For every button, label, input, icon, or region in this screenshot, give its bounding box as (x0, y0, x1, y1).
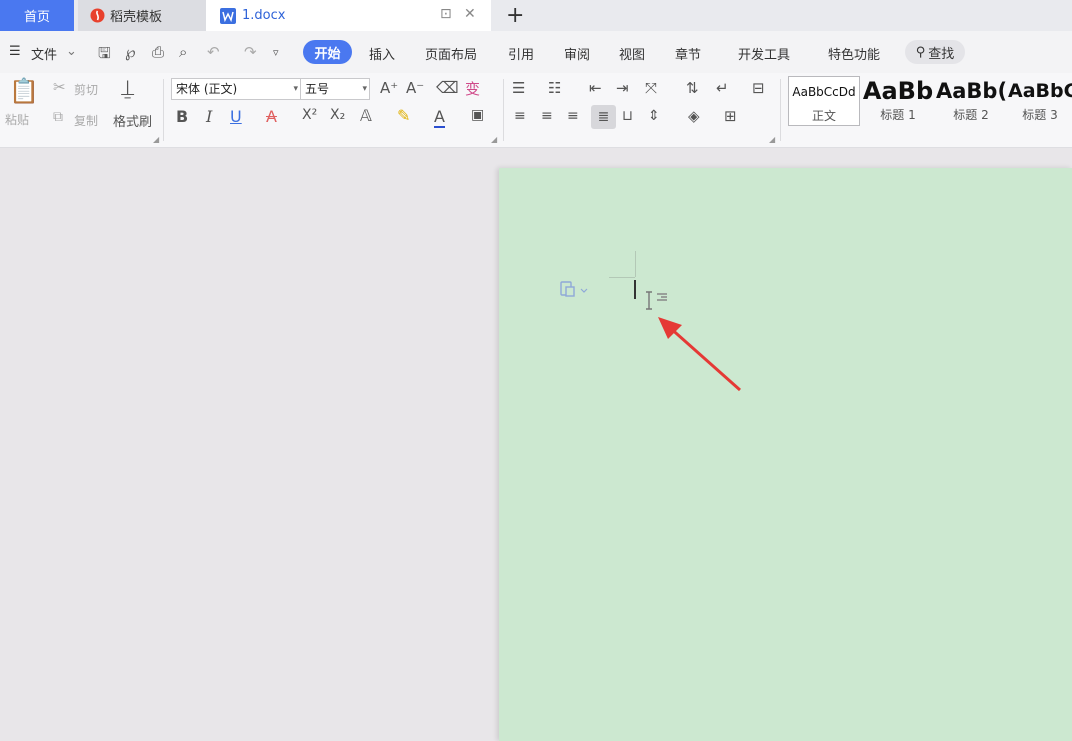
clear-format-icon[interactable]: ⌫ (436, 78, 459, 97)
export-pdf-icon[interactable]: ℘ (125, 43, 135, 61)
page-margin-corner-mark (609, 277, 635, 278)
paste-label[interactable]: 粘贴 (5, 111, 29, 128)
font-name-select[interactable]: 宋体 (正文) ▾ (171, 78, 301, 100)
menu-bar: ☰ 文件 ⌄ 🖫 ℘ ⎙ ⌕ ↶ ↷ ▿ 开始 插入 页面布局 引用 审阅 视图… (0, 31, 1072, 73)
tab-document-label: 1.docx (242, 8, 286, 23)
menu-references[interactable]: 引用 (508, 44, 534, 63)
ribbon-toolbar: 📋 粘贴 ✂ 剪切 ⧉ 复制 ⍊ 格式刷 ◢ 宋体 (正文) ▾ 五号 ▾ A⁺… (0, 73, 1072, 148)
font-expand-icon[interactable]: ◢ (491, 135, 497, 144)
font-color-icon[interactable]: A (434, 107, 445, 128)
tab-home[interactable]: 首页 (0, 0, 74, 31)
show-marks-icon[interactable]: ↵ (716, 79, 729, 97)
superscript-icon[interactable]: X² (302, 107, 317, 123)
tab-document[interactable]: 1.docx ⊡ ✕ (206, 0, 491, 31)
tab-bar: 首页 稻壳模板 1.docx ⊡ ✕ + (0, 0, 1072, 31)
bullet-list-icon[interactable]: ☰ (512, 79, 525, 97)
print-preview-icon[interactable]: ⌕ (179, 43, 187, 61)
save-icon[interactable]: 🖫 (98, 43, 111, 68)
bold-icon[interactable]: B (176, 107, 188, 126)
undo-icon[interactable]: ↶ (207, 43, 220, 61)
borders-icon[interactable]: ⊞ (724, 107, 737, 125)
divider (163, 79, 164, 141)
align-right-icon[interactable]: ≡ (567, 108, 579, 124)
menu-view[interactable]: 视图 (619, 44, 645, 63)
menu-page-layout[interactable]: 页面布局 (425, 44, 477, 63)
grow-font-icon[interactable]: A⁺ (380, 79, 398, 97)
tab-home-label: 首页 (23, 10, 50, 25)
page-margin-corner-mark (635, 251, 636, 277)
increase-indent-icon[interactable]: ⇥ (616, 79, 629, 97)
cut-label[interactable]: 剪切 (74, 81, 98, 98)
decrease-indent-icon[interactable]: ⇤ (589, 79, 602, 97)
menu-home-start[interactable]: 开始 (303, 40, 352, 64)
hamburger-icon[interactable]: ☰ (9, 44, 21, 59)
line-spacing-icon[interactable]: ⇕ (648, 108, 660, 124)
pin-window-icon[interactable]: ⊡ (440, 6, 452, 22)
divider (503, 79, 504, 141)
divider (780, 79, 781, 141)
paragraph-expand-icon[interactable]: ◢ (769, 135, 775, 144)
justify-icon[interactable]: ≣ (591, 105, 616, 129)
word-doc-icon (220, 7, 236, 24)
shrink-font-icon[interactable]: A⁻ (406, 79, 424, 97)
style-normal[interactable]: AaBbCcDd 正文 (788, 76, 860, 126)
clipboard-expand-icon[interactable]: ◢ (153, 135, 159, 144)
text-effect-icon[interactable]: 𝔸 (360, 106, 372, 125)
menu-special-features[interactable]: 特色功能 (828, 44, 880, 63)
chevron-down-icon[interactable]: ⌄ (66, 44, 77, 59)
strikethrough-icon[interactable]: A (266, 107, 277, 126)
menu-file[interactable]: 文件 (31, 44, 57, 63)
search-icon: ⚲ (915, 44, 926, 60)
subscript-icon[interactable]: X₂ (330, 107, 345, 123)
menu-review[interactable]: 审阅 (564, 44, 590, 63)
align-left-icon[interactable]: ≡ (514, 108, 526, 124)
copy-label[interactable]: 复制 (74, 112, 98, 129)
underline-icon[interactable]: U (230, 107, 242, 126)
highlight-icon[interactable]: ✎ (397, 106, 410, 125)
distributed-align-icon[interactable]: ⊔ (622, 108, 633, 124)
customize-toolbar-icon[interactable]: ▿ (273, 46, 279, 59)
chevron-down-icon: ▾ (293, 84, 298, 94)
align-center-icon[interactable]: ≡ (541, 108, 553, 124)
document-page[interactable] (499, 168, 1072, 741)
paste-icon[interactable]: 📋 (9, 77, 39, 105)
phonetic-guide-icon[interactable]: 变 (465, 78, 480, 99)
click-to-type-cursor-icon (646, 291, 667, 310)
style-heading-1[interactable]: AaBb 标题 1 (862, 76, 934, 126)
text-cursor (634, 280, 636, 299)
numbered-list-icon[interactable]: ☷ (548, 79, 561, 97)
shading-icon[interactable]: ◈ (688, 107, 700, 125)
cut-icon[interactable]: ✂ (53, 78, 66, 96)
red-arrow-annotation-icon (658, 317, 741, 392)
tab-templates[interactable]: 稻壳模板 (78, 0, 206, 31)
redo-icon[interactable]: ↷ (244, 43, 257, 61)
tab-templates-label: 稻壳模板 (110, 10, 163, 25)
copy-icon[interactable]: ⧉ (53, 109, 63, 125)
tab-stops-icon[interactable]: ⊟ (752, 79, 765, 97)
character-border-icon[interactable]: ▣ (471, 107, 484, 123)
print-icon[interactable]: ⎙ (152, 43, 164, 61)
menu-developer-tools[interactable]: 开发工具 (738, 44, 790, 63)
style-heading-3[interactable]: AaBbC 标题 3 (1008, 76, 1072, 126)
docer-logo-icon (90, 8, 105, 23)
chinese-layout-icon[interactable]: ⤧ (645, 79, 657, 97)
font-size-select[interactable]: 五号 ▾ (300, 78, 370, 100)
paste-options-icon[interactable] (559, 280, 589, 298)
style-heading-2[interactable]: AaBb( 标题 2 (936, 76, 1006, 126)
sort-icon[interactable]: ⇅ (686, 79, 699, 97)
search-button[interactable]: ⚲ 查找 (905, 40, 965, 64)
format-painter-label[interactable]: 格式刷 (113, 111, 152, 130)
menu-section[interactable]: 章节 (675, 44, 701, 63)
new-tab-button[interactable]: + (506, 3, 524, 28)
italic-icon[interactable]: I (206, 107, 212, 126)
chevron-down-icon: ▾ (362, 84, 367, 94)
menu-insert[interactable]: 插入 (369, 44, 395, 63)
format-painter-icon[interactable]: ⍊ (121, 76, 134, 101)
close-tab-icon[interactable]: ✕ (464, 6, 476, 22)
search-label: 查找 (928, 46, 955, 62)
